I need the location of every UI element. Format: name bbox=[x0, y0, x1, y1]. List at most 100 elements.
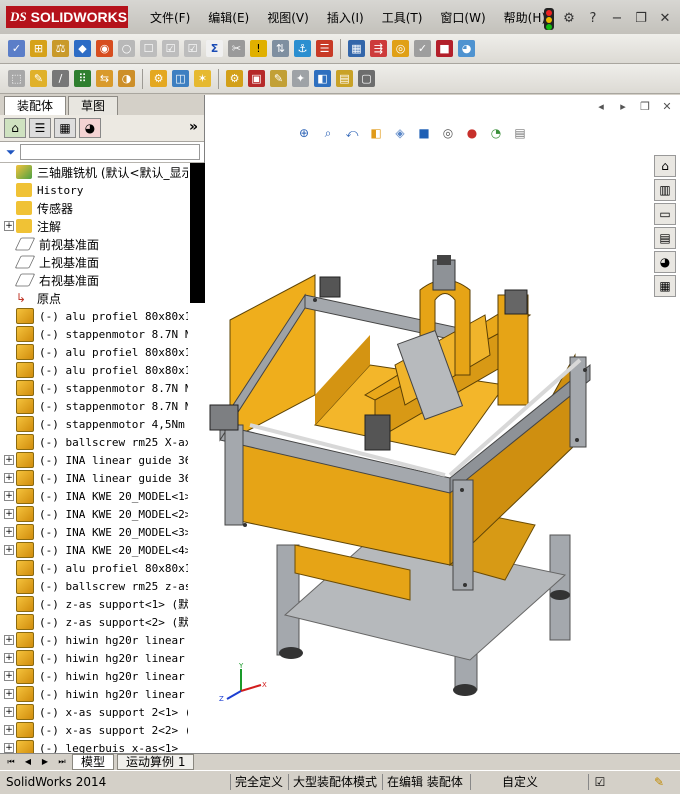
units-selector[interactable]: 自定义 bbox=[470, 774, 565, 790]
evaluate-icon[interactable]: ☰ bbox=[316, 40, 333, 57]
exploded-view-icon[interactable]: ▣ bbox=[248, 70, 265, 87]
tree-item[interactable]: 三轴雕铣机 (默认<默认_显示状态 bbox=[0, 163, 188, 181]
tree-item[interactable]: (-) alu profiel 80x80x1000< bbox=[0, 307, 188, 325]
filter-input[interactable] bbox=[19, 144, 200, 160]
feature-tree-icon[interactable]: ⌂ bbox=[4, 118, 26, 138]
property-manager-icon[interactable]: ☰ bbox=[29, 118, 51, 138]
tree-item[interactable]: + (-) INA linear guide 360mm_ bbox=[0, 469, 188, 487]
mate-icon[interactable]: ✎ bbox=[30, 70, 47, 87]
view-palette-icon[interactable]: ▤ bbox=[654, 227, 676, 249]
sum-icon[interactable]: Σ bbox=[206, 40, 223, 57]
custom-properties-icon[interactable]: ▦ bbox=[654, 275, 676, 297]
spell-check-icon[interactable]: ✓ bbox=[8, 40, 25, 57]
close-icon[interactable]: ✕ bbox=[656, 10, 674, 28]
tree-item[interactable]: + (-) x-as support 2<1> (默认 bbox=[0, 703, 188, 721]
assembly-features-icon[interactable]: ⚙ bbox=[150, 70, 167, 87]
expand-icon[interactable]: + bbox=[4, 725, 14, 735]
menu-insert[interactable]: 插入(I) bbox=[327, 9, 364, 26]
expand-icon[interactable]: + bbox=[4, 509, 14, 519]
interference-icon[interactable]: ✂ bbox=[228, 40, 245, 57]
instant3d-icon[interactable]: ✦ bbox=[292, 70, 309, 87]
menu-tools[interactable]: 工具(T) bbox=[382, 9, 423, 26]
tree-item[interactable]: 上视基准面 bbox=[0, 253, 188, 271]
restore-icon[interactable]: ❐ bbox=[632, 10, 650, 28]
last-tab-icon[interactable]: ⏭ bbox=[55, 756, 69, 768]
tree-item[interactable]: + (-) legerbuis x-as<1> bbox=[0, 739, 188, 753]
first-tab-icon[interactable]: ⏮ bbox=[4, 756, 18, 768]
solidworks-logo[interactable]: DS SOLIDWORKS bbox=[6, 6, 128, 28]
menu-edit[interactable]: 编辑(E) bbox=[208, 9, 249, 26]
solidworks-resources-icon[interactable]: ⌂ bbox=[654, 155, 676, 177]
expand-icon[interactable]: + bbox=[4, 545, 14, 555]
tree-item[interactable]: + (-) INA KWE 20_MODEL<4> (默 bbox=[0, 541, 188, 559]
render-icon[interactable]: ■ bbox=[436, 40, 453, 57]
menu-help[interactable]: 帮助(H) bbox=[504, 9, 546, 26]
tree-item[interactable]: + (-) INA KWE 20_MODEL<1> (默 bbox=[0, 487, 188, 505]
bill-of-materials-icon[interactable]: ⚙ bbox=[226, 70, 243, 87]
tree-item[interactable]: 传感器 bbox=[0, 199, 188, 217]
tab-model[interactable]: 模型 bbox=[72, 754, 115, 770]
expand-icon[interactable]: + bbox=[4, 689, 14, 699]
expand-icon[interactable]: + bbox=[4, 707, 14, 717]
design-library-icon[interactable]: ▥ bbox=[654, 179, 676, 201]
tree-item[interactable]: + (-) hiwin hg20r linear rail bbox=[0, 685, 188, 703]
align-icon[interactable]: ⇅ bbox=[272, 40, 289, 57]
graphics-area[interactable]: ◂ ▸ ❐ ✕ ⊕ ⌕ ⤺ ◧ ◈ ■ ◎ ● ◔ ▤ ⌂ ▥ ▭ ▤ ◕ ▦ … bbox=[205, 95, 680, 753]
tree-item[interactable]: + (-) hiwin hg20r linear rail bbox=[0, 667, 188, 685]
tree-item[interactable]: + (-) hiwin hg20r linear rail bbox=[0, 649, 188, 667]
statistics-icon[interactable]: ▦ bbox=[348, 40, 365, 57]
expand-icon[interactable]: + bbox=[4, 671, 14, 681]
warning-icon[interactable]: ! bbox=[250, 40, 267, 57]
tab-sketch[interactable]: 草图 bbox=[68, 96, 119, 115]
hole-check-icon[interactable]: ○ bbox=[118, 40, 135, 57]
smart-fastener-icon[interactable]: ⠿ bbox=[74, 70, 91, 87]
snapshot-icon[interactable]: ▤ bbox=[336, 70, 353, 87]
help-icon[interactable]: ? bbox=[584, 10, 602, 28]
tab-assembly[interactable]: 装配体 bbox=[4, 96, 67, 115]
balance-icon[interactable]: ⚖ bbox=[52, 40, 69, 57]
options-gear-icon[interactable]: ⚙ bbox=[560, 10, 578, 28]
filter-icon[interactable]: ⏷ bbox=[6, 145, 16, 160]
new-motion-study-icon[interactable]: ✶ bbox=[194, 70, 211, 87]
motion-icon[interactable]: ⇶ bbox=[370, 40, 387, 57]
measure-icon[interactable]: ⊞ bbox=[30, 40, 47, 57]
tree-item[interactable]: History bbox=[0, 181, 188, 199]
check-icon[interactable]: ☑ bbox=[162, 40, 179, 57]
expand-icon[interactable]: + bbox=[4, 473, 14, 483]
tree-item[interactable]: (-) stappenmotor 4,5Nm NEMA bbox=[0, 415, 188, 433]
tree-item[interactable]: (-) alu profiel 80x80x1000< bbox=[0, 343, 188, 361]
reference-geometry-icon[interactable]: ◫ bbox=[172, 70, 189, 87]
next-tab-icon[interactable]: ▶ bbox=[38, 756, 52, 768]
tree-item[interactable]: (-) stappenmotor 8.7N NEMA bbox=[0, 397, 188, 415]
simulation-icon[interactable]: ◎ bbox=[392, 40, 409, 57]
linear-pattern-icon[interactable]: / bbox=[52, 70, 69, 87]
tree-item[interactable]: + (-) INA KWE 20_MODEL<3> (默 bbox=[0, 523, 188, 541]
display-manager-icon[interactable]: ◕ bbox=[79, 118, 101, 138]
tree-item[interactable]: (-) stappenmotor 8.7N NEMA bbox=[0, 325, 188, 343]
appearance-icon[interactable]: ◕ bbox=[458, 40, 475, 57]
tree-item[interactable]: + 注解 bbox=[0, 217, 188, 235]
tree-item[interactable]: (-) alu profiel 80x80x150< bbox=[0, 361, 188, 379]
menu-file[interactable]: 文件(F) bbox=[150, 9, 190, 26]
expand-icon[interactable]: + bbox=[4, 221, 14, 231]
hide-show-icon[interactable]: ◑ bbox=[118, 70, 135, 87]
tree-item[interactable]: + (-) x-as support 2<2> (默认 bbox=[0, 721, 188, 739]
tolerance-icon[interactable]: ⚓ bbox=[294, 40, 311, 57]
move-component-icon[interactable]: ⇆ bbox=[96, 70, 113, 87]
expand-icon[interactable]: + bbox=[4, 527, 14, 537]
tree-item[interactable]: (-) alu profiel 80x80x150< bbox=[0, 559, 188, 577]
verify-icon[interactable]: ☑ bbox=[184, 40, 201, 57]
prev-tab-icon[interactable]: ◀ bbox=[21, 756, 35, 768]
speedpak-icon[interactable]: ◧ bbox=[314, 70, 331, 87]
menu-window[interactable]: 窗口(W) bbox=[440, 9, 485, 26]
tree-item[interactable]: + (-) hiwin hg20r linear rail bbox=[0, 631, 188, 649]
appearances-icon[interactable]: ◕ bbox=[654, 251, 676, 273]
tree-item[interactable]: (-) z-as support<1> (默认) bbox=[0, 595, 188, 613]
expand-icon[interactable]: + bbox=[4, 635, 14, 645]
large-assembly-icon[interactable]: ▢ bbox=[358, 70, 375, 87]
expand-panel-icon[interactable]: » bbox=[189, 119, 198, 135]
menu-view[interactable]: 视图(V) bbox=[267, 9, 309, 26]
expand-icon[interactable]: + bbox=[4, 491, 14, 501]
tree-item[interactable]: + (-) INA KWE 20_MODEL<2> (默 bbox=[0, 505, 188, 523]
mass-properties-icon[interactable]: ◆ bbox=[74, 40, 91, 57]
